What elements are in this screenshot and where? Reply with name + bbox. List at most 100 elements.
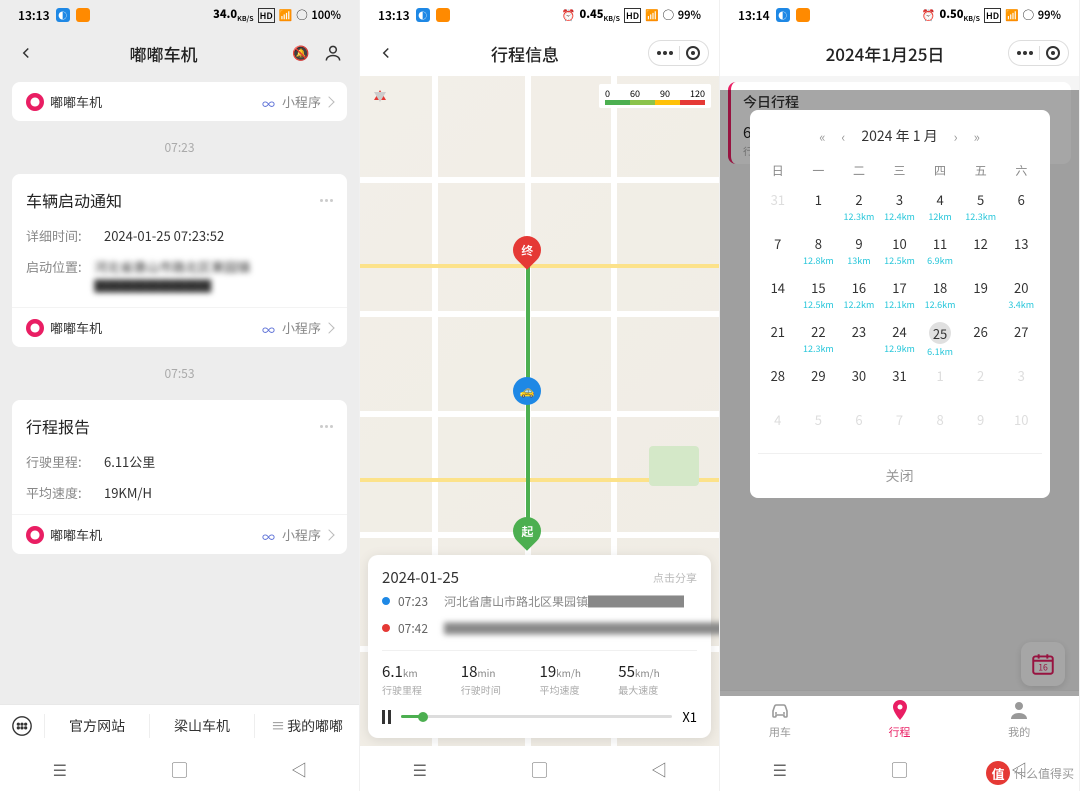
calendar-close-button[interactable]: 关闭 — [758, 453, 1042, 498]
start-marker[interactable]: 起 — [507, 511, 547, 551]
calendar-day[interactable]: 7 — [758, 229, 799, 273]
trip-date: 2024-01-25 — [382, 567, 459, 588]
calendar-day[interactable]: 116.9km — [920, 229, 961, 273]
page-title: 嘟嘟车机 — [42, 41, 285, 66]
close-icon[interactable] — [1046, 46, 1060, 60]
calendar-day[interactable]: 28 — [758, 361, 799, 405]
compass-icon[interactable] — [368, 84, 392, 108]
calendar-day[interactable]: 6 — [1001, 185, 1042, 229]
close-icon[interactable] — [686, 46, 700, 60]
user-button[interactable] — [317, 43, 349, 63]
more-icon[interactable] — [320, 199, 333, 202]
nav-user[interactable]: 我的 — [959, 691, 1079, 746]
nav-home[interactable]: ▢ — [529, 759, 549, 779]
stat-item: 18min行驶时间 — [461, 661, 540, 697]
calendar-day[interactable]: 23 — [839, 317, 880, 361]
keyboard-button[interactable] — [0, 715, 44, 737]
calendar-day[interactable]: 1 — [920, 361, 961, 405]
calendar-day[interactable]: 5 — [798, 405, 839, 449]
battery-pct: 99% — [678, 7, 701, 23]
calendar-day[interactable]: 1012.5km — [879, 229, 920, 273]
tab-my-dudu[interactable]: ≡我的嘟嘟 — [254, 714, 359, 738]
calendar-day[interactable]: 1 — [798, 185, 839, 229]
calendar-day[interactable]: 31 — [758, 185, 799, 229]
nav-recent[interactable]: ☰ — [770, 759, 790, 779]
app-source-row[interactable]: ● 嘟嘟车机 ∞小程序 — [12, 82, 347, 121]
more-icon[interactable] — [657, 51, 673, 55]
dow-label: 六 — [1001, 156, 1042, 185]
car-marker[interactable]: 🚕 — [513, 377, 541, 405]
calendar-day[interactable]: 512.3km — [960, 185, 1001, 229]
nav-recent[interactable]: ☰ — [410, 759, 430, 779]
calendar-day[interactable]: 29 — [798, 361, 839, 405]
next-month-button[interactable]: › — [954, 127, 958, 146]
calendar-day[interactable]: 19 — [960, 273, 1001, 317]
back-button[interactable] — [10, 44, 42, 62]
calendar-day[interactable]: 6 — [839, 405, 880, 449]
nav-recent[interactable]: ☰ — [50, 759, 70, 779]
app-icon-1: ◐ — [416, 8, 430, 22]
app-source-row[interactable]: ● 嘟嘟车机 ∞小程序 — [12, 514, 347, 554]
calendar-day[interactable]: 2412.9km — [879, 317, 920, 361]
more-icon[interactable] — [320, 425, 333, 428]
detail-time-label: 详细时间: — [26, 226, 104, 245]
calendar-day[interactable]: 31 — [879, 361, 920, 405]
pause-button[interactable] — [382, 710, 391, 724]
battery-pct: 99% — [1038, 7, 1061, 23]
calendar-day[interactable]: 2212.3km — [798, 317, 839, 361]
calendar-day[interactable]: 8 — [920, 405, 961, 449]
next-year-button[interactable]: » — [974, 127, 980, 146]
prev-month-button[interactable]: ‹ — [841, 127, 845, 146]
miniapp-menu[interactable] — [1008, 40, 1069, 66]
calendar-day[interactable]: 913km — [839, 229, 880, 273]
chevron-right-icon — [323, 96, 334, 107]
more-icon[interactable] — [1017, 51, 1033, 55]
share-button[interactable]: 点击分享 — [653, 570, 697, 586]
avgspeed-label: 平均速度: — [26, 483, 104, 502]
tab-official-site[interactable]: 官方网站 — [44, 714, 149, 738]
calendar-day[interactable]: 1812.6km — [920, 273, 961, 317]
calendar-day[interactable]: 14 — [758, 273, 799, 317]
app-source-row[interactable]: ● 嘟嘟车机 ∞小程序 — [12, 307, 347, 347]
playback-speed[interactable]: X1 — [682, 707, 697, 726]
calendar-day[interactable]: 9 — [960, 405, 1001, 449]
playback-slider[interactable] — [401, 715, 672, 718]
mute-icon: 🔕 — [285, 43, 317, 63]
calendar-day[interactable]: 2 — [960, 361, 1001, 405]
calendar-day[interactable]: 12 — [960, 229, 1001, 273]
nav-back[interactable]: ◁ — [649, 759, 669, 779]
nav-home[interactable]: ▢ — [169, 759, 189, 779]
nav-home[interactable]: ▢ — [889, 759, 909, 779]
nav-car[interactable]: 用车 — [720, 691, 840, 746]
stat-item: 19km/h平均速度 — [540, 661, 619, 697]
calendar-day[interactable]: 1612.2km — [839, 273, 880, 317]
calendar-day[interactable]: 212.3km — [839, 185, 880, 229]
calendar-day[interactable]: 256.1km — [920, 317, 961, 361]
calendar-day[interactable]: 27 — [1001, 317, 1042, 361]
calendar-day[interactable]: 1712.1km — [879, 273, 920, 317]
calendar-day[interactable]: 10 — [1001, 405, 1042, 449]
tab-liangshan[interactable]: 梁山车机 — [149, 714, 254, 738]
calendar-overlay[interactable]: « ‹ 2024 年 1 月 › » 日一二三四五六 311212.3km312… — [720, 90, 1079, 696]
prev-year-button[interactable]: « — [819, 127, 825, 146]
nav-pin[interactable]: 行程 — [840, 691, 960, 746]
calendar-day[interactable]: 30 — [839, 361, 880, 405]
page-title[interactable]: 2024年1月25日 — [762, 41, 1008, 66]
calendar-day[interactable]: 13 — [1001, 229, 1042, 273]
map-view[interactable]: 06090120 终 🚕 起 2024-01-25点击分享 07:23河北省唐山… — [360, 76, 719, 746]
calendar-day[interactable]: 812.8km — [798, 229, 839, 273]
calendar-day[interactable]: 1512.5km — [798, 273, 839, 317]
calendar-day[interactable]: 7 — [879, 405, 920, 449]
miniapp-menu[interactable] — [648, 40, 709, 66]
calendar-day[interactable]: 312.4km — [879, 185, 920, 229]
calendar-day[interactable]: 21 — [758, 317, 799, 361]
nav-back[interactable]: ◁ — [289, 759, 309, 779]
battery-icon: ◯ — [296, 7, 307, 23]
miniapp-label: 小程序 — [282, 318, 321, 337]
calendar-day[interactable]: 4 — [758, 405, 799, 449]
calendar-day[interactable]: 203.4km — [1001, 273, 1042, 317]
calendar-day[interactable]: 26 — [960, 317, 1001, 361]
calendar-day[interactable]: 412km — [920, 185, 961, 229]
back-button[interactable] — [370, 44, 402, 62]
calendar-day[interactable]: 3 — [1001, 361, 1042, 405]
